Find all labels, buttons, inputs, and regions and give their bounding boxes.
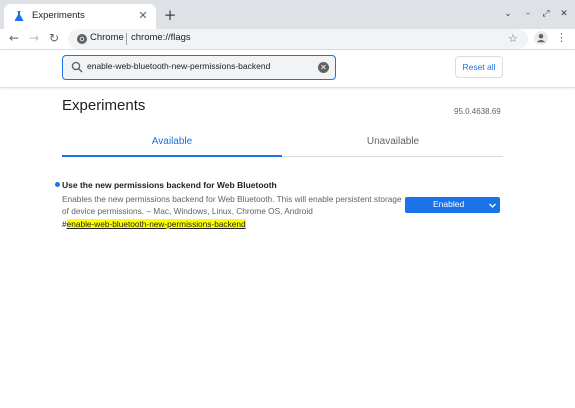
- active-tab-indicator: [62, 155, 282, 157]
- flask-icon: [14, 11, 24, 21]
- flags-search-header: enable-web-bluetooth-new-permissions-bac…: [0, 50, 575, 88]
- page-title: Experiments: [62, 97, 146, 114]
- omnibox-origin-label: Chrome: [90, 32, 124, 43]
- experiment-description: Enables the new permissions backend for …: [62, 194, 402, 216]
- experiments-tabs: Available Unavailable: [62, 128, 503, 158]
- close-window-icon[interactable]: ✕: [558, 8, 570, 20]
- chevron-down-icon: [489, 203, 496, 208]
- permalink-hash: #: [62, 219, 67, 229]
- tab-strip: Experiments ✕ + ⌄ – ⤢ ✕: [0, 0, 575, 29]
- address-bar[interactable]: Chrome chrome://flags: [68, 29, 528, 49]
- permalink-text[interactable]: enable-web-bluetooth-new-permissions-bac…: [66, 219, 246, 229]
- search-icon: [71, 61, 83, 73]
- experiment-permalink[interactable]: #enable-web-bluetooth-new-permissions-ba…: [62, 219, 246, 229]
- browser-toolbar: ← → ↻ Chrome chrome://flags ☆ ⋮: [0, 29, 575, 49]
- bookmark-star-icon[interactable]: ☆: [508, 32, 518, 46]
- browser-tab-experiments[interactable]: Experiments ✕: [4, 4, 156, 29]
- tab-available[interactable]: Available: [62, 128, 282, 158]
- selected-state: Enabled: [433, 199, 465, 209]
- experiment-name: Use the new permissions backend for Web …: [62, 180, 277, 190]
- new-tab-button[interactable]: +: [162, 7, 178, 23]
- tab-unavailable[interactable]: Unavailable: [283, 128, 503, 158]
- omnibox-url[interactable]: chrome://flags: [131, 32, 191, 43]
- reset-all-button[interactable]: Reset all: [455, 56, 503, 78]
- chrome-menu-icon[interactable]: ⋮: [556, 31, 567, 45]
- modified-indicator-dot: [55, 182, 60, 187]
- flags-search-input[interactable]: enable-web-bluetooth-new-permissions-bac…: [62, 55, 336, 80]
- omnibox-separator: [126, 33, 127, 45]
- version-label: 95.0.4638.69: [454, 107, 501, 116]
- search-query: enable-web-bluetooth-new-permissions-bac…: [87, 61, 271, 71]
- chrome-icon: [77, 34, 87, 44]
- experiment-state-select[interactable]: Enabled: [405, 197, 500, 213]
- tab-title: Experiments: [32, 10, 85, 21]
- maximize-icon[interactable]: ⤢: [540, 8, 552, 20]
- back-button[interactable]: ←: [4, 29, 24, 49]
- profile-avatar-icon[interactable]: [534, 31, 548, 45]
- close-tab-icon[interactable]: ✕: [136, 9, 150, 23]
- tab-search-icon[interactable]: ⌄: [502, 8, 514, 20]
- forward-button[interactable]: →: [24, 29, 44, 49]
- clear-search-icon[interactable]: ✕: [318, 62, 329, 73]
- reload-button[interactable]: ↻: [44, 29, 64, 49]
- minimize-icon[interactable]: –: [522, 8, 534, 20]
